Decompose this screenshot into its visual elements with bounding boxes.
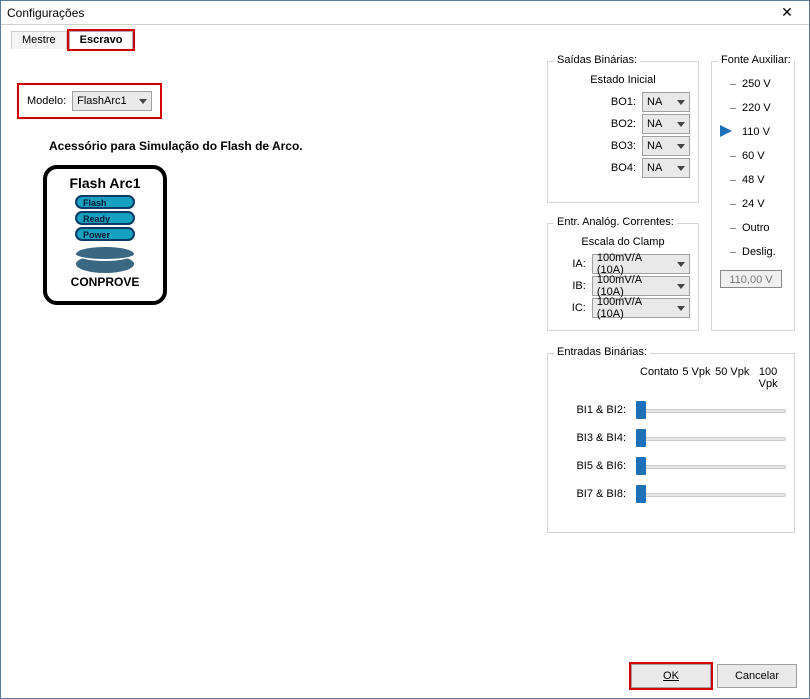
bo2-dropdown[interactable]: NA [642,114,690,134]
close-icon[interactable]: ✕ [769,2,805,24]
bo-row-4: BO4: NA [556,158,690,178]
ai-row-ia: IA: 100mV/A (10A) [556,254,690,274]
aux-option[interactable]: 48 V [720,170,786,190]
tab-mestre[interactable]: Mestre [11,31,67,49]
description-text: Acessório para Simulação do Flash de Arc… [49,139,303,153]
bi-h-contato: Contato [640,366,679,390]
aux-option-label: 48 V [742,174,765,186]
bi-row: BI1 & BI2: [556,402,786,418]
titlebar: Configurações ✕ [1,1,809,25]
bo2-label: BO2: [606,118,636,130]
device-title: Flash Arc1 [47,175,163,191]
ia-label: IA: [556,258,586,270]
aux-option-label: Deslig. [742,246,776,258]
bo4-label: BO4: [606,162,636,174]
ib-label: IB: [556,280,586,292]
device-panel: Flash Arc1 Flash Ready Power CONPROVE [43,165,167,305]
model-value: FlashArc1 [77,95,127,107]
logo-icon [76,247,134,273]
tab-escravo[interactable]: Escravo [69,31,134,49]
bi-row: BI3 & BI4: [556,430,786,446]
pill-flash: Flash [75,195,135,209]
bi-header: Contato 5 Vpk 50 Vpk 100 Vpk [640,366,786,390]
fieldset-aux-source: Fonte Auxiliar: 250 V220 V110 V60 V48 V2… [711,61,795,331]
aux-option[interactable]: Deslig. [720,242,786,262]
bi-row-label: BI5 & BI6: [556,460,626,472]
device-brand: CONPROVE [47,275,163,289]
model-label: Modelo: [27,95,66,107]
aux-option-label: 220 V [742,102,771,114]
bo3-label: BO3: [606,140,636,152]
pill-power: Power [75,227,135,241]
content-area: Mestre Escravo Modelo: FlashArc1 Acessór… [1,25,809,698]
dialog-buttons: OK Cancelar [631,664,797,688]
aux-option-label: 110 V [742,126,770,138]
model-dropdown[interactable]: FlashArc1 [72,91,152,111]
fieldset-binary-inputs: Entradas Binárias: Contato 5 Vpk 50 Vpk … [547,353,795,533]
bi-row: BI5 & BI6: [556,458,786,474]
bi-slider[interactable] [636,486,786,502]
aux-option[interactable]: 24 V [720,194,786,214]
bo1-label: BO1: [606,96,636,108]
ai-row-ib: IB: 100mV/A (10A) [556,276,690,296]
ai-row-ic: IC: 100mV/A (10A) [556,298,690,318]
pill-ready: Ready [75,211,135,225]
aux-title: Fonte Auxiliar: [718,54,794,66]
bi-row-label: BI3 & BI4: [556,432,626,444]
bi-h-100v: 100 Vpk [750,366,786,390]
aux-option-label: Outro [742,222,770,234]
bo1-dropdown[interactable]: NA [642,92,690,112]
bo-row-3: BO3: NA [556,136,690,156]
aux-option[interactable]: 110 V [720,122,786,142]
bi-slider[interactable] [636,430,786,446]
aux-option-label: 24 V [742,198,765,210]
aux-option[interactable]: 250 V [720,74,786,94]
window-title: Configurações [5,6,769,20]
config-window: Configurações ✕ Mestre Escravo Modelo: F… [0,0,810,699]
aux-option-label: 250 V [742,78,771,90]
bo-subtitle: Estado Inicial [556,74,690,86]
bi-row-label: BI7 & BI8: [556,488,626,500]
model-row: Modelo: FlashArc1 [19,85,160,117]
cancel-button[interactable]: Cancelar [717,664,797,688]
bi-slider[interactable] [636,458,786,474]
fieldset-binary-outputs: Saídas Binárias: Estado Inicial BO1: NA … [547,61,699,203]
bo-row-2: BO2: NA [556,114,690,134]
aux-option[interactable]: 60 V [720,146,786,166]
fieldset-analog-inputs: Entr. Analóg. Correntes: Escala do Clamp… [547,223,699,331]
ib-dropdown[interactable]: 100mV/A (10A) [592,276,690,296]
bo-row-1: BO1: NA [556,92,690,112]
ok-button[interactable]: OK [631,664,711,688]
ic-label: IC: [556,302,586,314]
bi-title: Entradas Binárias: [554,346,650,358]
bi-row: BI7 & BI8: [556,486,786,502]
ai-title: Entr. Analóg. Correntes: [554,216,677,228]
ia-dropdown[interactable]: 100mV/A (10A) [592,254,690,274]
tabs: Mestre Escravo [11,31,133,49]
ic-dropdown[interactable]: 100mV/A (10A) [592,298,690,318]
aux-option[interactable]: Outro [720,218,786,238]
aux-voltage-input[interactable]: 110,00 V [720,270,782,288]
bo3-dropdown[interactable]: NA [642,136,690,156]
bi-h-50v: 50 Vpk [714,366,750,390]
aux-list: 250 V 220 V 110 V 60 V 48 V 24 V Outro Deslig. [720,74,786,262]
bo-title: Saídas Binárias: [554,54,640,66]
aux-option-label: 60 V [742,150,765,162]
ai-subtitle: Escala do Clamp [556,236,690,248]
bi-row-label: BI1 & BI2: [556,404,626,416]
bi-h-5v: 5 Vpk [679,366,715,390]
bo4-dropdown[interactable]: NA [642,158,690,178]
bi-slider[interactable] [636,402,786,418]
aux-option[interactable]: 220 V [720,98,786,118]
